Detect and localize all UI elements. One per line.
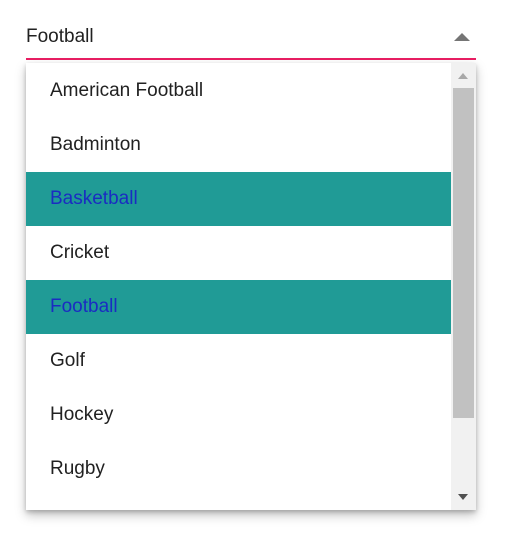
caret-up-icon[interactable] [454, 33, 470, 41]
list-item[interactable]: Football [26, 280, 451, 334]
list-item[interactable]: Rugby [26, 442, 451, 496]
list-item-label: Rugby [50, 458, 105, 479]
dropdown-selected-value: Football [26, 26, 94, 47]
list-item[interactable]: Golf [26, 334, 451, 388]
list-item-label: Cricket [50, 242, 110, 263]
app-root: Football American Football Badminton Bas… [0, 0, 508, 553]
list-item[interactable]: Badminton [26, 118, 451, 172]
vertical-scrollbar[interactable] [451, 63, 476, 510]
list-item[interactable]: Basketball [26, 172, 451, 226]
list-item-label: Badminton [50, 134, 141, 155]
list-item[interactable]: Hockey [26, 388, 451, 442]
list-item-label: American Football [50, 80, 204, 101]
scroll-up-arrow-icon[interactable] [458, 73, 468, 79]
options-list: American Football Badminton Basketball C… [26, 64, 451, 496]
list-item-label: Hockey [50, 404, 114, 425]
list-item[interactable]: American Football [26, 64, 451, 118]
list-item-label: Basketball [50, 188, 138, 209]
sport-dropdown[interactable]: Football [26, 16, 476, 60]
list-item-label: Golf [50, 350, 85, 371]
list-item-label: Football [50, 296, 118, 317]
scrollbar-thumb[interactable] [453, 88, 474, 418]
list-item[interactable]: Cricket [26, 226, 451, 280]
scroll-down-arrow-icon[interactable] [458, 494, 468, 500]
dropdown-popup: American Football Badminton Basketball C… [26, 63, 476, 510]
